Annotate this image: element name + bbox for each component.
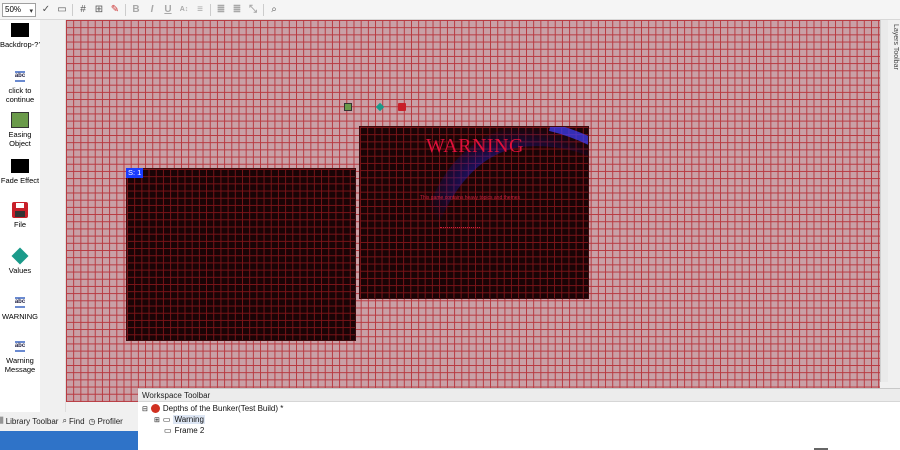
scene-frame-warning[interactable]: WARNING This game contains heavy topics … [359, 126, 589, 299]
search-icon: ⌕ [62, 416, 67, 425]
pointer-icon[interactable]: ✓ [40, 4, 52, 16]
pen-icon[interactable]: ✎ [109, 4, 121, 16]
abc-text-icon: abc [10, 294, 30, 310]
tree-project-row[interactable]: ⊟ Depths of the Bunker(Test Build) * [142, 404, 283, 413]
library-item-label: Warning Message [4, 356, 36, 374]
library-item-label: Values [8, 266, 32, 275]
workspace-header: Workspace Toolbar [138, 389, 900, 402]
font-size-icon[interactable]: A↕ [178, 4, 190, 16]
tab-label: Profiler [97, 416, 123, 426]
library-item-label: Fade Effect [0, 176, 40, 185]
bottom-tabs: ⫼ Library Toolbar ⌕ Find ◷ Profiler [0, 412, 138, 430]
underline-icon[interactable]: U [162, 4, 174, 16]
diamond-icon [10, 247, 30, 265]
black-rect-icon [10, 158, 30, 174]
library-item-values[interactable]: Values [0, 247, 40, 275]
stage-vertical-scrollbar[interactable] [880, 20, 888, 382]
library-item-label: Backdrop-?? [0, 40, 43, 49]
scene-badge: S: 1 [126, 168, 144, 178]
library-item-warning-message[interactable]: abc Warning Message [0, 338, 40, 374]
abc-text-icon: abc [10, 68, 30, 84]
library-item-label: File [13, 220, 27, 229]
frame-icon: ▭ [164, 426, 172, 435]
library-panel: Backdrop-?? abc click to continue Easing… [0, 20, 43, 412]
library-item-label: click to continue [5, 86, 35, 104]
diamond-icon[interactable] [375, 102, 385, 112]
tab-label: Library Toolbar [5, 416, 59, 426]
tree-frame-warning[interactable]: ⊞ ▭ Warning [154, 415, 205, 424]
zoom-select[interactable]: 50% ▾ [2, 2, 36, 17]
black-rect-icon [10, 22, 30, 38]
library-item-warning[interactable]: abc WARNING [0, 294, 40, 321]
indent-icon[interactable]: ≣ [215, 4, 227, 16]
abc-text-icon: abc [10, 338, 30, 354]
library-item-click-to-continue[interactable]: abc click to continue [0, 68, 40, 104]
scene-frame-1[interactable] [126, 168, 356, 341]
tab-find[interactable]: ⌕ Find [62, 416, 84, 426]
floppy-disk-icon [10, 202, 30, 218]
library-item-easing-object[interactable]: Easing Object [0, 112, 40, 148]
toolbar-divider [125, 3, 126, 16]
frame-label: Warning [173, 415, 205, 424]
library-item-backdrop[interactable]: Backdrop-?? [0, 22, 43, 49]
floppy-disk-icon[interactable] [398, 103, 406, 111]
library-scrollbar[interactable] [40, 20, 66, 412]
tree-frame-2[interactable]: ▭ Frame 2 [164, 426, 204, 435]
toolbar-divider [263, 3, 264, 16]
library-icon: ⫼ [0, 416, 4, 425]
warning-body-text: This game contains heavy topics and them… [419, 195, 521, 201]
clock-icon: ◷ [88, 416, 96, 426]
tab-profiler[interactable]: ◷ Profiler [89, 417, 123, 426]
chevron-down-icon: ▾ [29, 7, 33, 15]
outdent-icon[interactable]: ≣ [231, 4, 243, 16]
grid-icon[interactable]: # [77, 4, 89, 16]
frame-label: Frame 2 [174, 426, 205, 435]
zoom-value: 50% [5, 5, 22, 14]
project-name: Depths of the Bunker(Test Build) * [162, 404, 284, 413]
continue-hint-line [440, 227, 480, 229]
snap-icon[interactable]: ⊞ [93, 4, 105, 16]
library-item-file[interactable]: File [0, 202, 40, 229]
warning-title: WARNING [426, 135, 524, 157]
align-icon[interactable]: ≡ [194, 4, 206, 16]
layers-panel [888, 20, 900, 400]
library-item-label: WARNING [2, 312, 38, 321]
collapse-icon[interactable]: ⊟ [142, 405, 148, 413]
workspace-panel: Workspace Toolbar ⊟ Depths of the Bunker… [138, 388, 900, 450]
frame-icon: ▭ [162, 415, 171, 424]
library-item-label: Easing Object [8, 130, 32, 148]
toolbar-divider [72, 3, 73, 16]
library-item-fade-effect[interactable]: Fade Effect [0, 158, 40, 185]
project-icon [150, 404, 160, 413]
main-toolbar: 50% ▾ ✓ ▭ # ⊞ ✎ B I U A↕ ≡ ≣ ≣ ⤡ ⌕ [0, 0, 900, 20]
expand-icon[interactable]: ⊞ [154, 416, 160, 424]
scene-icon[interactable]: ▭ [56, 4, 68, 16]
status-bar [0, 431, 138, 450]
italic-icon[interactable]: I [146, 4, 158, 16]
tab-library-toolbar[interactable]: ⫼ Library Toolbar [0, 416, 58, 426]
toolbar-divider [210, 3, 211, 16]
layers-toolbar-label[interactable]: Layers Toolbar [892, 24, 899, 70]
easing-image-icon [10, 112, 30, 128]
search-icon[interactable]: ⌕ [268, 4, 280, 16]
tab-label: Find [68, 416, 85, 426]
resize-icon[interactable]: ⤡ [247, 4, 259, 16]
bold-icon[interactable]: B [130, 4, 142, 16]
easing-image-icon[interactable] [344, 103, 352, 111]
